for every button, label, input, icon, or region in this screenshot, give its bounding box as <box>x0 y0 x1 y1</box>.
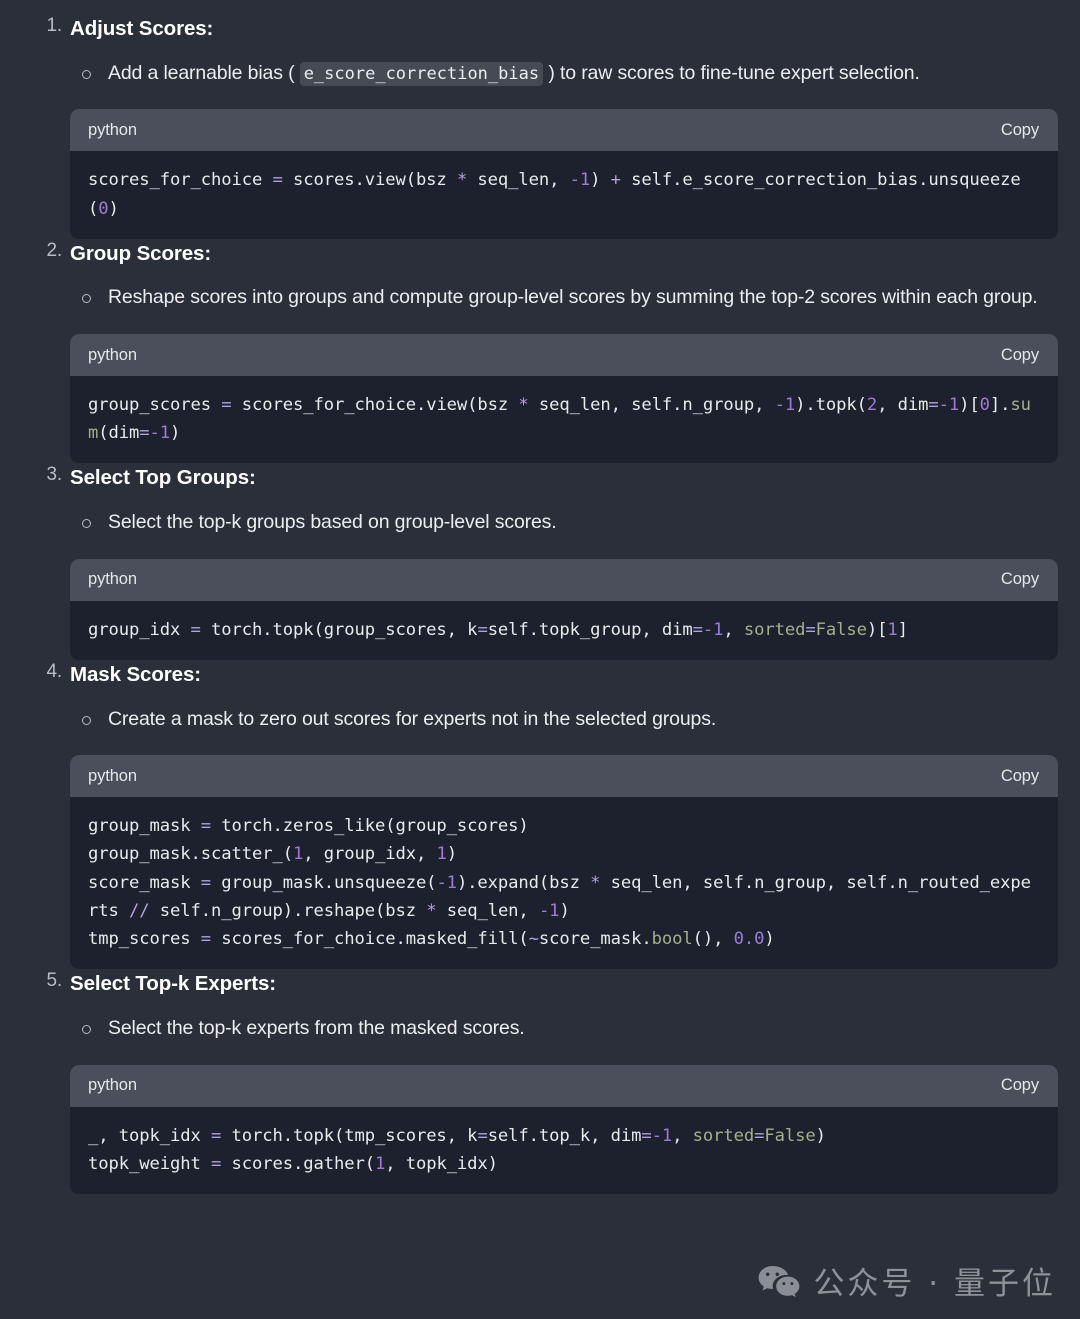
code-language-label: python <box>88 1076 137 1095</box>
step-title: Adjust Scores: <box>70 17 214 40</box>
sub-list-item: Create a mask to zero out scores for exp… <box>70 704 1058 736</box>
step-item: Select Top-k Experts: Select the top-k e… <box>22 969 1058 1194</box>
code-content[interactable]: scores_for_choice = scores.view(bsz * se… <box>70 151 1058 239</box>
step-item: Mask Scores: Create a mask to zero out s… <box>22 660 1058 970</box>
sub-list-item: Select the top-k groups based on group-l… <box>70 507 1058 539</box>
copy-button[interactable]: Copy <box>1001 1076 1039 1095</box>
step-sublist: Create a mask to zero out scores for exp… <box>70 704 1058 736</box>
copy-button[interactable]: Copy <box>1001 570 1039 589</box>
step-sublist: Add a learnable bias ( e_score_correctio… <box>70 58 1058 90</box>
step-sublist: Reshape scores into groups and compute g… <box>70 282 1058 314</box>
inline-code-chip: e_score_correction_bias <box>299 61 544 86</box>
sub-item-text-post: ) to raw scores to fine-tune expert sele… <box>548 61 920 84</box>
step-title: Select Top Groups: <box>70 466 256 490</box>
code-block: python Copy scores_for_choice = scores.v… <box>70 109 1058 239</box>
steps-list: Adjust Scores: Add a learnable bias ( e_… <box>22 14 1058 1194</box>
wechat-icon <box>757 1264 801 1298</box>
code-content[interactable]: group_mask = torch.zeros_like(group_scor… <box>70 797 1058 970</box>
document-body: Adjust Scores: Add a learnable bias ( e_… <box>0 0 1080 1194</box>
step-item: Select Top Groups: Select the top-k grou… <box>22 463 1058 660</box>
copy-button[interactable]: Copy <box>1001 121 1039 140</box>
step-item: Group Scores: Reshape scores into groups… <box>22 239 1058 464</box>
code-language-label: python <box>88 766 137 785</box>
step-sublist: Select the top-k experts from the masked… <box>70 1013 1058 1045</box>
sub-list-item: Add a learnable bias ( e_score_correctio… <box>70 58 1058 90</box>
step-title: Group Scores: <box>70 241 212 265</box>
code-block-header: python Copy <box>70 755 1058 798</box>
code-content[interactable]: group_idx = torch.topk(group_scores, k=s… <box>70 600 1058 660</box>
code-language-label: python <box>88 570 137 589</box>
step-item: Adjust Scores: Add a learnable bias ( e_… <box>22 14 1058 239</box>
code-content[interactable]: group_scores = scores_for_choice.view(bs… <box>70 376 1058 464</box>
copy-button[interactable]: Copy <box>1001 767 1039 786</box>
code-language-label: python <box>88 120 137 139</box>
sub-list-item: Reshape scores into groups and compute g… <box>70 282 1058 314</box>
code-content[interactable]: _, topk_idx = torch.topk(tmp_scores, k=s… <box>70 1106 1058 1194</box>
code-block-header: python Copy <box>70 109 1058 152</box>
step-title: Select Top-k Experts: <box>70 972 276 996</box>
code-block-header: python Copy <box>70 334 1058 376</box>
code-block: python Copy _, topk_idx = torch.topk(tmp… <box>70 1064 1058 1194</box>
code-block: python Copy group_scores = scores_for_ch… <box>70 334 1058 464</box>
step-sublist: Select the top-k groups based on group-l… <box>70 507 1058 539</box>
sub-list-item: Select the top-k experts from the masked… <box>70 1013 1058 1045</box>
copy-button[interactable]: Copy <box>1001 346 1039 365</box>
code-block-header: python Copy <box>70 1064 1058 1107</box>
watermark: 公众号 · 量子位 <box>757 1258 1056 1303</box>
code-block: python Copy group_idx = torch.topk(group… <box>70 558 1058 660</box>
code-language-label: python <box>88 345 137 364</box>
sub-item-text-pre: Add a learnable bias ( <box>108 61 295 84</box>
code-block: python Copy group_mask = torch.zeros_lik… <box>70 755 1058 970</box>
code-block-header: python Copy <box>70 558 1058 601</box>
step-title: Mask Scores: <box>70 662 201 686</box>
watermark-text: 公众号 · 量子位 <box>813 1266 1056 1302</box>
